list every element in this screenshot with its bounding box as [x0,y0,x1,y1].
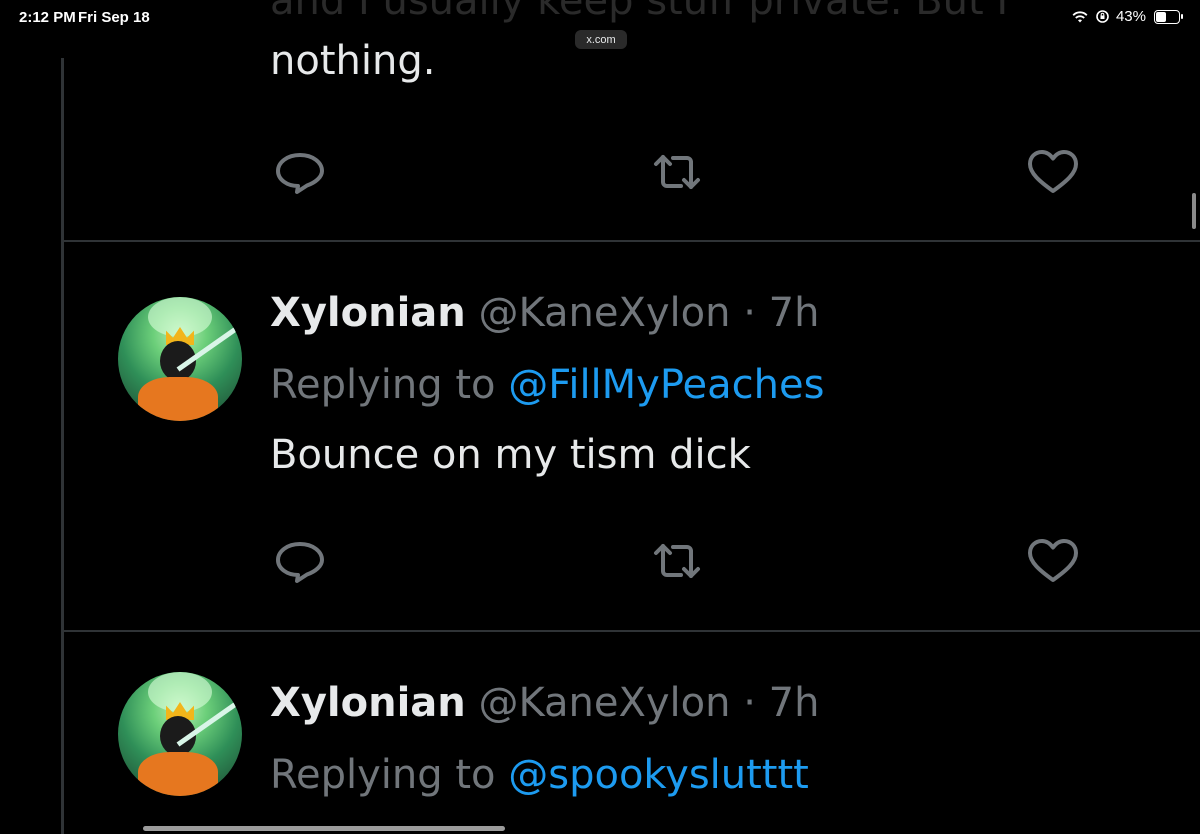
like-button[interactable] [1025,148,1081,196]
tweet-divider [63,240,1200,242]
replying-to-label: Replying to [270,752,496,798]
reply-icon [276,542,324,583]
like-icon [1028,150,1078,193]
wifi-icon [1072,10,1088,22]
battery-fill [1156,11,1167,22]
separator-dot: · [743,680,756,726]
status-time: 2:12 PM [19,9,76,26]
user-handle[interactable]: @KaneXylon [478,680,730,726]
avatar[interactable] [118,297,242,421]
replying-to-mention[interactable]: @spookyslutttt [508,752,809,798]
scrollbar[interactable] [1192,193,1196,229]
reply-icon [276,153,324,194]
reply-button[interactable] [272,148,328,196]
user-handle[interactable]: @KaneXylon [478,290,730,336]
tweet-header: Xylonian @KaneXylon · 7h [270,290,819,336]
retweet-button[interactable] [649,537,705,585]
url-pill[interactable]: x.com [575,30,627,49]
orientation-lock-icon [1096,10,1109,23]
tweet-header: Xylonian @KaneXylon · 7h [270,680,819,726]
battery-icon [1154,9,1183,24]
status-date: Fri Sep 18 [78,9,150,26]
retweet-icon [654,544,700,578]
separator-dot: · [743,290,756,336]
replying-to-mention[interactable]: @FillMyPeaches [508,362,824,408]
home-indicator[interactable] [143,826,505,831]
timestamp[interactable]: 7h [769,680,820,726]
battery-percent: 43% [1115,8,1146,25]
reply-button[interactable] [272,537,328,585]
display-name[interactable]: Xylonian [270,290,466,336]
avatar-body [138,752,218,796]
avatar-body [138,377,218,421]
retweet-button[interactable] [649,148,705,196]
avatar[interactable] [118,672,242,796]
status-bar: 2:12 PM Fri Sep 18 43% [0,0,1200,34]
tweet-divider [63,630,1200,632]
timestamp[interactable]: 7h [769,290,820,336]
like-icon [1028,539,1078,582]
tweet-text: Bounce on my tism dick [270,432,751,478]
status-icons: 43% [1071,8,1183,25]
replying-to-line: Replying to @spookyslutttt [270,752,809,798]
like-button[interactable] [1025,537,1081,585]
display-name[interactable]: Xylonian [270,680,466,726]
previous-tweet-text: nothing. [270,38,436,84]
retweet-icon [654,155,700,189]
replying-to-line: Replying to @FillMyPeaches [270,362,824,408]
replying-to-label: Replying to [270,362,496,408]
thread-line [61,58,64,834]
